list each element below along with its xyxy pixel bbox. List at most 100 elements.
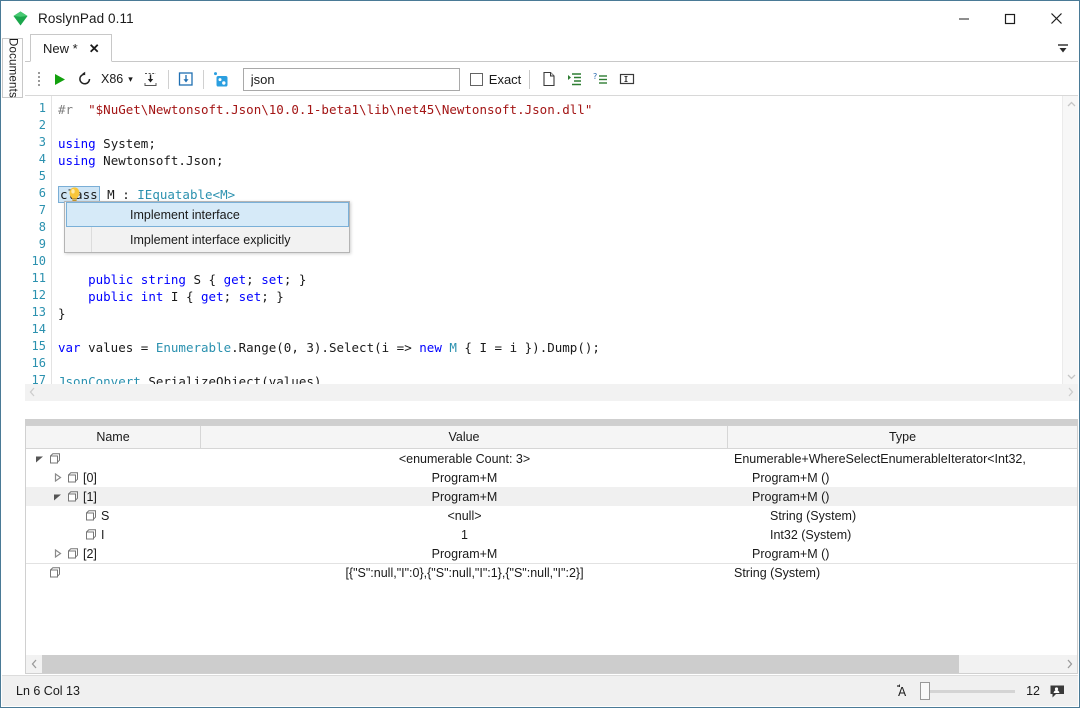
code-line[interactable]: using Newtonsoft.Json; <box>58 152 224 169</box>
help-lines-icon[interactable]: ? <box>588 66 614 92</box>
documents-panel-tab[interactable]: Documents <box>2 38 23 98</box>
editor-horizontal-scrollbar[interactable] <box>25 384 1078 401</box>
line-number: 8 <box>39 220 46 234</box>
cell-name-label: S <box>101 509 109 523</box>
editor-vertical-scrollbar[interactable] <box>1062 96 1078 384</box>
roslynpad-window: RoslynPad 0.11 Documents New * ✕ <box>0 0 1080 708</box>
table-row[interactable]: [0]Program+MProgram+M () <box>26 468 1077 487</box>
column-header-type[interactable]: Type <box>728 426 1077 448</box>
save-button[interactable] <box>173 66 199 92</box>
table-row[interactable]: <enumerable Count: 3>Enumerable+WhereSel… <box>26 449 1077 468</box>
platform-selector[interactable]: X86 ▾ <box>98 72 138 86</box>
table-row[interactable]: I1Int32 (System) <box>26 525 1077 544</box>
documents-panel-tab-label: Documents <box>7 38 19 98</box>
cell-value: [{"S":null,"I":0},{"S":null,"I":1},{"S":… <box>201 564 728 582</box>
cell-type: Int32 (System) <box>728 525 1077 544</box>
cell-type: Enumerable+WhereSelectEnumerableIterator… <box>728 449 1077 468</box>
table-row[interactable]: [1]Program+MProgram+M () <box>26 487 1077 506</box>
format-document-button[interactable] <box>138 66 164 92</box>
chevron-down-icon: ▾ <box>128 74 133 85</box>
format-lines-icon[interactable] <box>562 66 588 92</box>
scroll-right-icon[interactable] <box>1061 659 1077 669</box>
maximize-button[interactable] <box>987 1 1033 36</box>
code-action-item[interactable]: Implement interface explicitly <box>91 227 349 252</box>
cell-value: 1 <box>201 525 728 544</box>
cell-name: [1] <box>26 487 201 506</box>
close-icon[interactable]: ✕ <box>87 41 102 56</box>
code-line[interactable]: } <box>58 305 66 322</box>
line-number: 14 <box>32 322 46 336</box>
roslynpad-diamond-icon <box>12 10 29 27</box>
object-cube-icon <box>46 566 61 580</box>
line-number: 1 <box>39 101 46 115</box>
minimize-button[interactable] <box>941 1 987 36</box>
object-cube-icon <box>82 509 97 523</box>
line-number: 9 <box>39 237 46 251</box>
nuget-package-icon[interactable] <box>208 66 234 92</box>
expander-collapse-icon[interactable] <box>50 490 64 504</box>
line-number: 13 <box>32 305 46 319</box>
status-bar-right: A 12 <box>895 682 1066 700</box>
zoom-slider-thumb[interactable] <box>920 682 930 700</box>
line-number: 11 <box>32 271 46 285</box>
search-input-wrapper[interactable] <box>243 68 460 91</box>
object-cube-icon <box>64 547 79 561</box>
code-line[interactable]: #r "$NuGet\Newtonsoft.Json\10.0.1-beta1\… <box>58 101 592 118</box>
zoom-slider[interactable] <box>920 682 1015 700</box>
feedback-icon[interactable] <box>1049 684 1066 699</box>
chevron-down-icon[interactable] <box>1054 38 1072 58</box>
expander-collapse-icon[interactable] <box>32 452 46 466</box>
table-row[interactable]: S<null>String (System) <box>26 506 1077 525</box>
scroll-left-icon[interactable] <box>29 384 36 402</box>
cell-value: <null> <box>201 506 728 525</box>
editor-toolbar: X86 ▾ <box>25 63 1078 96</box>
scrollbar-track[interactable] <box>42 655 1061 673</box>
expander-placeholder <box>68 509 82 523</box>
table-row[interactable]: [2]Program+MProgram+M () <box>26 544 1077 563</box>
scroll-left-icon[interactable] <box>26 659 42 669</box>
toggle-panel-icon[interactable] <box>614 66 640 92</box>
exact-match-option[interactable]: Exact <box>470 72 522 87</box>
cell-name: I <box>26 525 201 544</box>
search-input[interactable] <box>249 71 454 88</box>
window-controls <box>941 1 1079 36</box>
cell-type: Program+M () <box>728 487 1077 506</box>
code-line[interactable]: public string S { get; set; } <box>58 271 306 288</box>
results-grid[interactable]: Name Value Type <enumerable Count: 3>Enu… <box>25 425 1078 674</box>
line-number: 6 <box>39 186 46 200</box>
exact-checkbox[interactable] <box>470 73 483 86</box>
expander-expand-icon[interactable] <box>50 547 64 561</box>
document-tab-new[interactable]: New * ✕ <box>30 34 112 62</box>
code-line[interactable]: var values = Enumerable.Range(0, 3).Sele… <box>58 339 600 356</box>
cell-name-label: [0] <box>83 471 97 485</box>
close-button[interactable] <box>1033 1 1079 36</box>
results-grid-header: Name Value Type <box>26 426 1077 449</box>
line-number: 5 <box>39 169 46 183</box>
table-row[interactable]: [{"S":null,"I":0},{"S":null,"I":1},{"S":… <box>26 563 1077 582</box>
scroll-up-icon[interactable] <box>1063 96 1078 112</box>
scrollbar-thumb[interactable] <box>42 655 959 673</box>
column-header-value[interactable]: Value <box>201 426 728 448</box>
new-document-icon[interactable] <box>536 66 562 92</box>
code-action-item[interactable]: Implement interface <box>66 202 349 227</box>
column-header-name[interactable]: Name <box>26 426 201 448</box>
title-bar: RoslynPad 0.11 <box>1 1 1079 36</box>
code-action-popup[interactable]: Implement interfaceImplement interface e… <box>64 201 350 253</box>
results-horizontal-scrollbar[interactable] <box>26 655 1077 673</box>
scroll-down-icon[interactable] <box>1063 368 1078 384</box>
toolbar-separator <box>168 70 169 89</box>
code-line[interactable]: using System; <box>58 135 156 152</box>
restart-button[interactable] <box>72 66 98 92</box>
line-number: 3 <box>39 135 46 149</box>
cell-value: Program+M <box>201 468 728 487</box>
line-number: 2 <box>39 118 46 132</box>
toolbar-drag-handle[interactable] <box>32 68 46 90</box>
scroll-right-icon[interactable] <box>1067 384 1074 402</box>
run-button[interactable] <box>46 66 72 92</box>
platform-label: X86 <box>101 72 123 86</box>
code-line[interactable]: public int I { get; set; } <box>58 288 284 305</box>
line-number: 7 <box>39 203 46 217</box>
expander-expand-icon[interactable] <box>50 471 64 485</box>
cell-name-label: [2] <box>83 547 97 561</box>
cell-name <box>26 449 201 468</box>
